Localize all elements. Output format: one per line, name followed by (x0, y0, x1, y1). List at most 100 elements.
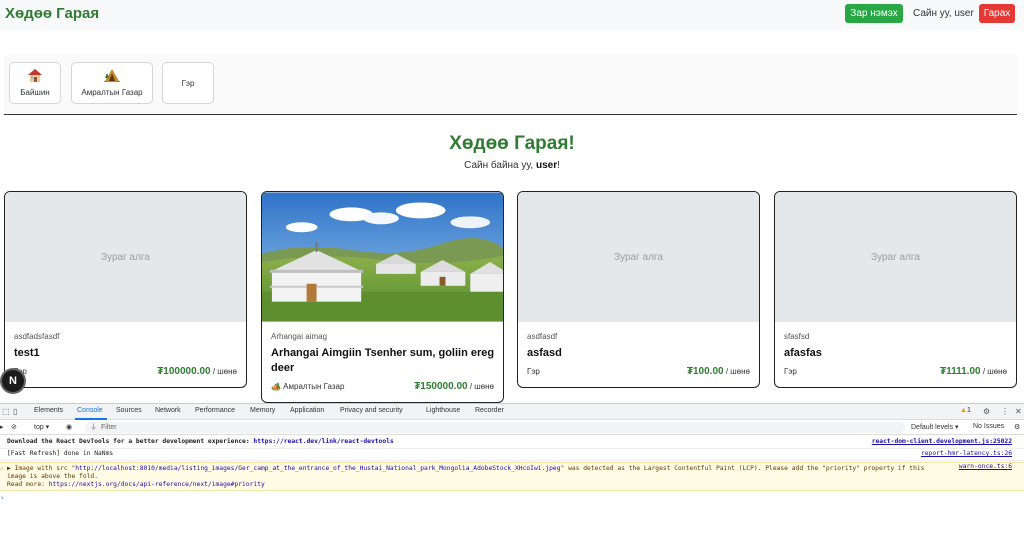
message-text: Download the React DevTools for a better… (7, 438, 254, 445)
device-toolbar-icon[interactable]: ▯ (13, 407, 17, 416)
tab-elements[interactable]: Elements (34, 407, 63, 414)
tab-sources[interactable]: Sources (116, 407, 142, 414)
warning-prefix[interactable]: ▶ Image with src " (7, 465, 75, 472)
tab-performance[interactable]: Performance (195, 407, 235, 414)
read-more-line: Read more: https://nextjs.org/docs/api-r… (7, 481, 947, 489)
category-label: Амралтын Газар (81, 88, 143, 97)
price-unit: / шөнө (980, 367, 1007, 376)
console-warning: ⚠ ▶ Image with src "http://localhost:801… (0, 462, 1024, 491)
warning-icon: ⚠ (0, 465, 4, 472)
category-house[interactable]: Байшин (9, 62, 61, 104)
price-amount: ₮100000.00 (157, 366, 211, 377)
message-source-link[interactable]: react-dom-client.development.js:25022 (872, 438, 1012, 445)
message-text: [Fast Refresh] done in NaNms (7, 450, 114, 457)
console-toolbar: ▸ ⊘ top ▾ ◉ ⏚ Filter Default levels ▾ No … (0, 420, 1024, 435)
tab-privacy-security[interactable]: Privacy and security (340, 407, 403, 414)
listing-title: afasfas (784, 347, 822, 359)
close-icon[interactable]: ✕ (1015, 407, 1022, 416)
listing-location: sfasfsd (784, 332, 810, 341)
tab-recorder[interactable]: Recorder (475, 407, 504, 414)
inspect-element-icon[interactable]: ⬚ (2, 407, 10, 416)
message-source-link[interactable]: report-hmr-latency.ts:26 (921, 450, 1012, 457)
image-src-link[interactable]: http://localhost:8010/media/listing_imag… (75, 465, 560, 472)
category-resort[interactable]: Амралтын Газар (71, 62, 153, 104)
tab-console[interactable]: Console (77, 407, 103, 414)
price-unit: / шөнө (210, 367, 237, 376)
hero-title: Хөдөө Гарая! (449, 133, 575, 154)
no-issues-button[interactable]: No Issues (973, 423, 1004, 430)
house-icon (28, 69, 42, 83)
message-source-link[interactable]: warn-once.ts:6 (959, 463, 1012, 471)
listing-photo (262, 192, 503, 322)
listing-image-placeholder: Зураг алга (775, 192, 1016, 322)
listing-title: asfasd (527, 347, 562, 359)
console-prompt[interactable]: › (0, 494, 4, 502)
devtools-panel: ⬚ ▯ Elements Console Sources Network Per… (0, 403, 1024, 540)
listing-category: Гэр (784, 367, 797, 376)
warning-icon: ▲ (960, 407, 967, 414)
listing-card[interactable]: Зураг алга asdfadsfasdf test1 Гэр ₮10000… (4, 191, 247, 388)
category-ger[interactable]: Гэр (162, 62, 214, 104)
logout-button[interactable]: Гарах (979, 4, 1015, 23)
price-amount: ₮150000.00 (414, 381, 468, 392)
tab-lighthouse[interactable]: Lighthouse (426, 407, 460, 414)
tab-network[interactable]: Network (155, 407, 181, 414)
price-amount: ₮1111.00 (939, 366, 981, 377)
listing-image-placeholder: Зураг алга (5, 192, 246, 322)
nextjs-dev-indicator[interactable]: N (2, 370, 24, 392)
add-listing-button[interactable]: Зар нэмэх (845, 4, 903, 23)
issues-badge[interactable]: ▲1 (960, 407, 971, 414)
listing-category: Гэр (527, 367, 540, 376)
listing-title: Arhangai Aimgiin Tsenher sum, goliin ere… (271, 347, 495, 374)
listing-location: asdfasdf (527, 332, 558, 341)
category-bar: Байшин Амралтын Газар Гэр (4, 54, 1017, 115)
listing-price: ₮1111.00 / шөнө (940, 366, 1007, 377)
hero-sub-suffix: ! (557, 160, 560, 171)
context-selector[interactable]: top ▾ (34, 423, 49, 431)
price-unit: / шөнө (467, 382, 494, 391)
listing-price: ₮100.00 / шөнө (687, 366, 750, 377)
listing-image-placeholder: Зураг алга (518, 192, 759, 322)
tab-memory[interactable]: Memory (250, 407, 275, 414)
console-message: Download the React DevTools for a better… (0, 438, 1024, 449)
price-amount: ₮100.00 (686, 366, 724, 377)
console-message: [Fast Refresh] done in NaNms report-hmr-… (0, 450, 1024, 461)
hero-sub-prefix: Сайн байна уу, (464, 160, 536, 171)
issues-count: 1 (966, 407, 971, 414)
hero-subtitle: Сайн байна уу, user! (0, 160, 1024, 171)
clear-console-icon[interactable]: ⊘ (11, 423, 17, 431)
console-settings-gear-icon[interactable]: ⚙ (1014, 423, 1020, 431)
listing-category: 🏕️ Амралтын Газар (271, 382, 345, 391)
ger-camp-photo (262, 192, 503, 322)
sidebar-toggle-icon[interactable]: ▸ (0, 423, 4, 431)
camping-icon (104, 69, 120, 83)
read-more-label: Read more: (7, 481, 49, 488)
live-expression-eye-icon[interactable]: ◉ (66, 423, 72, 431)
listing-card[interactable]: Arhangai aimag Arhangai Aimgiin Tsenher … (261, 191, 504, 403)
warning-text: ▶ Image with src "http://localhost:8010/… (7, 465, 947, 481)
listing-location: asdfadsfasdf (14, 332, 60, 341)
devtools-tabbar: ⬚ ▯ Elements Console Sources Network Per… (0, 404, 1024, 420)
hero-username: user (535, 160, 558, 171)
filter-icon: ⏚ (90, 424, 97, 431)
price-unit: / шөнө (723, 367, 750, 376)
listing-price: ₮100000.00 / шөнө (157, 366, 237, 377)
listing-price: ₮150000.00 / шөнө (414, 381, 494, 392)
listing-title: test1 (14, 347, 40, 359)
listing-location: Arhangai aimag (271, 332, 328, 341)
tab-application[interactable]: Application (290, 407, 324, 414)
listing-card[interactable]: Зураг алга asdfasdf asfasd Гэр ₮100.00 /… (517, 191, 760, 388)
navbar: Хөдөө Гарая Зар нэмэх Сайн уу, user Гара… (0, 0, 1024, 30)
category-label: Гэр (181, 78, 195, 88)
console-filter-input[interactable]: ⏚ Filter (85, 422, 905, 433)
settings-gear-icon[interactable]: ⚙ (983, 407, 990, 416)
message-link[interactable]: https://react.dev/link/react-devtools (253, 438, 393, 445)
listing-card[interactable]: Зураг алга sfasfsd afasfas Гэр ₮1111.00 … (774, 191, 1017, 388)
log-levels-dropdown[interactable]: Default levels ▾ (911, 423, 958, 431)
category-label: Байшин (20, 88, 50, 97)
more-options-icon[interactable]: ⋮ (1001, 407, 1009, 416)
user-greeting: Сайн уу, user (913, 8, 974, 19)
brand-logo[interactable]: Хөдөө Гарая (5, 5, 99, 22)
filter-placeholder: Filter (101, 424, 117, 431)
read-more-link[interactable]: https://nextjs.org/docs/api-reference/ne… (49, 481, 265, 488)
